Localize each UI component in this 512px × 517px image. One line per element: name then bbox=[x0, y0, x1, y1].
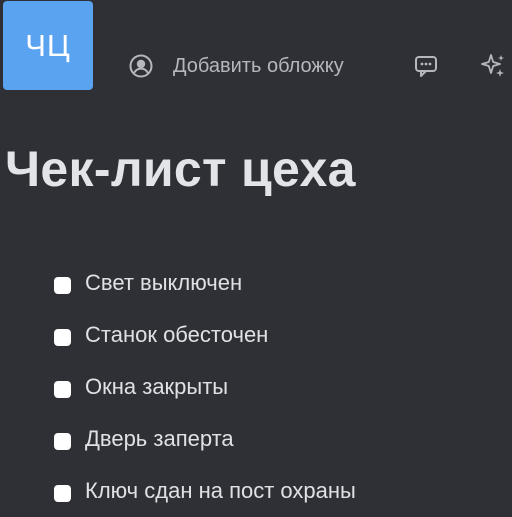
checklist-item-label[interactable]: Дверь заперта bbox=[85, 426, 234, 452]
checklist-item-label[interactable]: Окна закрыты bbox=[85, 374, 228, 400]
checklist-item: Ключ сдан на пост охраны bbox=[54, 465, 356, 517]
checkbox[interactable] bbox=[54, 276, 71, 294]
checklist-item-label[interactable]: Свет выключен bbox=[85, 270, 242, 296]
add-cover-label: Добавить обложку bbox=[173, 54, 344, 77]
checkbox[interactable] bbox=[54, 380, 71, 398]
checkbox[interactable] bbox=[54, 328, 71, 346]
checklist-item: Окна закрыты bbox=[54, 361, 356, 413]
page-title[interactable]: Чек-лист цеха bbox=[5, 140, 356, 198]
checklist-item: Станок обесточен bbox=[54, 309, 356, 361]
user-circle-icon bbox=[128, 53, 154, 79]
page-icon-text: ЧЦ bbox=[25, 27, 71, 63]
checklist-item-label[interactable]: Ключ сдан на пост охраны bbox=[85, 478, 356, 504]
checkbox[interactable] bbox=[54, 484, 71, 502]
checklist: Свет выключен Станок обесточен Окна закр… bbox=[54, 257, 356, 517]
checklist-item-label[interactable]: Станок обесточен bbox=[85, 322, 268, 348]
checklist-item: Свет выключен bbox=[54, 257, 356, 309]
add-cover-button[interactable]: Добавить обложку bbox=[128, 53, 344, 79]
page-icon[interactable]: ЧЦ bbox=[3, 1, 93, 90]
sparkles-icon[interactable] bbox=[479, 52, 507, 80]
comments-icon[interactable] bbox=[413, 52, 441, 80]
checkbox[interactable] bbox=[54, 432, 71, 450]
page-toolbar: Добавить обложку bbox=[128, 50, 344, 82]
checklist-item: Дверь заперта bbox=[54, 413, 356, 465]
